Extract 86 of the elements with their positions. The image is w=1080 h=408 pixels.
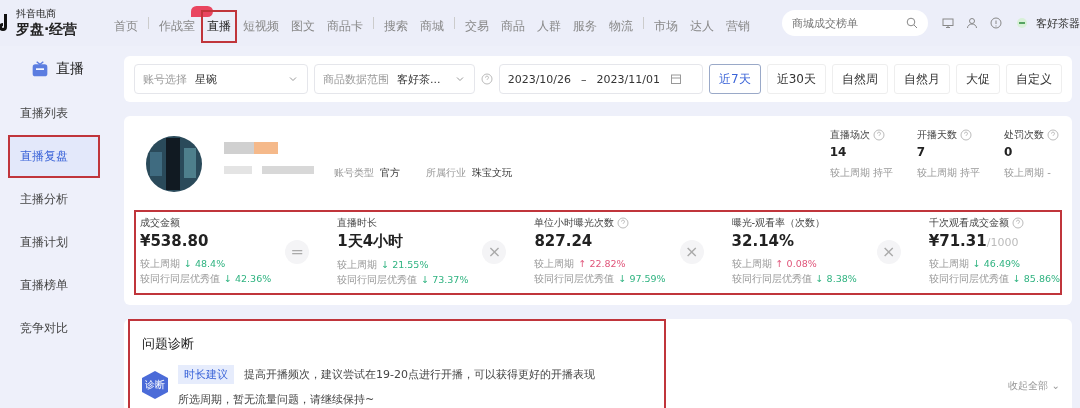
period-button[interactable]: 自然周 (832, 64, 888, 94)
industry: 所属行业 珠宝文玩 (426, 166, 512, 180)
metric-value: ¥71.31/1000 (928, 232, 1020, 250)
sidebar-item[interactable]: 竞争对比 (0, 307, 124, 350)
sidebar-item[interactable]: 直播计划 (0, 221, 124, 264)
diagnosis-badge: 诊断 (142, 371, 168, 399)
metric-label: 单位小时曝光次数 (534, 216, 615, 230)
nav-tab[interactable]: 直播 (203, 11, 235, 41)
sidebar-item[interactable]: 直播榜单 (0, 264, 124, 307)
counter-label: 处罚次数 (1004, 128, 1044, 142)
help-icon (959, 129, 972, 141)
help-icon (1047, 129, 1059, 141)
metric-change: 较上周期 ↑ 22.82% (534, 258, 627, 271)
nav-tab[interactable]: 交易 (461, 11, 493, 41)
nav-tab[interactable]: 商品卡 (323, 11, 367, 41)
metric-value: 32.14% (731, 232, 796, 250)
counter-label: 直播场次 (829, 128, 870, 142)
help-icon (1011, 217, 1024, 229)
collapse-link[interactable]: 收起全部 ⌄ (1008, 379, 1060, 393)
sidebar-title: 直播 (56, 60, 84, 78)
date-range-field[interactable]: 2023/10/26 – 2023/11/01 (498, 64, 704, 94)
counter-compare: 较上周期 持平 (829, 166, 893, 180)
operator-icon: = (285, 239, 310, 264)
nav-tab[interactable]: 服务 (569, 11, 601, 41)
diagnosis-tag: 时长建议 (178, 365, 234, 384)
period-button[interactable]: 自定义 (1006, 64, 1062, 94)
nav-tab[interactable]: 图文 (287, 11, 319, 41)
help-icon (480, 73, 493, 85)
sidebar-item[interactable]: 直播复盘 (8, 135, 100, 178)
metric-label: 直播时长 (337, 216, 378, 230)
shop-avatar-icon[interactable] (1016, 17, 1028, 29)
operator-icon: × (679, 239, 704, 264)
sidebar-item[interactable]: 主播分析 (0, 178, 124, 221)
metric-change: 较上周期 ↓ 48.4% (140, 258, 227, 271)
metric-value: 827.24 (534, 232, 594, 250)
help-icon (872, 129, 885, 141)
account-type: 账号类型 官方 (334, 166, 400, 180)
metric-change: 较上周期 ↑ 0.08% (731, 258, 818, 271)
counter-value: 7 (916, 145, 927, 159)
nav-tab[interactable]: 短视频 (239, 11, 283, 41)
diagnosis-text: 所选周期，暂无流量问题，请继续保持~ (178, 392, 376, 407)
logo-subtitle: 抖音电商 (16, 7, 57, 21)
nav-tab[interactable]: 商品 (497, 11, 529, 41)
metric-value: 1天4小时 (337, 232, 405, 251)
nav-tab[interactable]: 市场 (650, 11, 682, 41)
filter-select[interactable]: 账号选择 星碗 (134, 64, 308, 94)
section-title: 问题诊断 (142, 335, 195, 353)
nav-tab[interactable]: 物流 (605, 11, 637, 41)
nav-tab[interactable]: 达人 (686, 11, 718, 41)
nav-tab[interactable]: 作战室 (155, 11, 199, 41)
period-button[interactable]: 大促 (956, 64, 1000, 94)
counter-compare: 较上周期 - (1004, 166, 1052, 180)
nav-tab[interactable]: 商城 (416, 11, 448, 41)
metric-label: 千次观看成交金额 (928, 216, 1009, 230)
metric-label: 曝光-观看率（次数） (731, 216, 826, 230)
nav-tab[interactable]: 人群 (533, 11, 565, 41)
operator-icon: × (482, 239, 507, 264)
user-icon[interactable] (966, 17, 978, 29)
metric-label: 成交金额 (140, 216, 180, 230)
calendar-icon (669, 73, 682, 85)
filter-select[interactable]: 商品数据范围 客好茶... (314, 64, 475, 94)
period-button[interactable]: 近7天 (709, 64, 761, 94)
metric-value: ¥538.80 (140, 232, 210, 250)
diagnosis-text: 提高开播频次，建议尝试在19-20点进行开播，可以获得更好的开播表现 (244, 367, 595, 382)
search-field[interactable]: 商城成交榜单 (782, 10, 928, 36)
nav-tab[interactable]: 搜索 (380, 11, 412, 41)
operator-icon: × (876, 239, 901, 264)
metric-change: 较上周期 ↓ 46.49% (928, 258, 1021, 271)
tv-icon (32, 61, 48, 77)
counter-compare: 较上周期 持平 (916, 166, 980, 180)
help-icon (617, 217, 630, 229)
counter-value: 0 (1004, 145, 1014, 159)
search-icon (906, 17, 918, 29)
metric-change: 较上周期 ↓ 21.55% (337, 259, 430, 272)
metric-change: 较同行同层优秀值 ↓ 8.38% (731, 273, 858, 286)
counter-label: 开播天数 (916, 128, 957, 142)
logo-title: 罗盘·经营 (16, 21, 78, 39)
info-icon[interactable] (990, 17, 1002, 29)
period-button[interactable]: 自然月 (894, 64, 950, 94)
counter-value: 14 (829, 145, 848, 159)
monitor-icon[interactable] (942, 17, 954, 29)
sidebar-item[interactable]: 直播列表 (0, 92, 124, 135)
nav-tab[interactable]: 营销 (722, 11, 754, 41)
shop-name[interactable]: 客好茶器 (1036, 15, 1080, 31)
nav-tab[interactable]: 首页 (110, 11, 142, 41)
period-button[interactable]: 近30天 (766, 64, 826, 94)
